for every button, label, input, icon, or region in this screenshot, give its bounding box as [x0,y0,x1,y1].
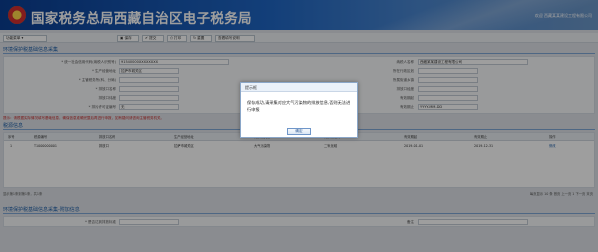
dialog-title: 提示框 [241,83,357,92]
dialog-message: 保存成功,请采集对应大气污染物的排放信息,否则无法进行申报 [247,100,351,112]
alert-dialog: 提示框 保存成功,请采集对应大气污染物的排放信息,否则无法进行申报 确定 [240,82,358,138]
ok-button[interactable]: 确定 [287,128,311,135]
